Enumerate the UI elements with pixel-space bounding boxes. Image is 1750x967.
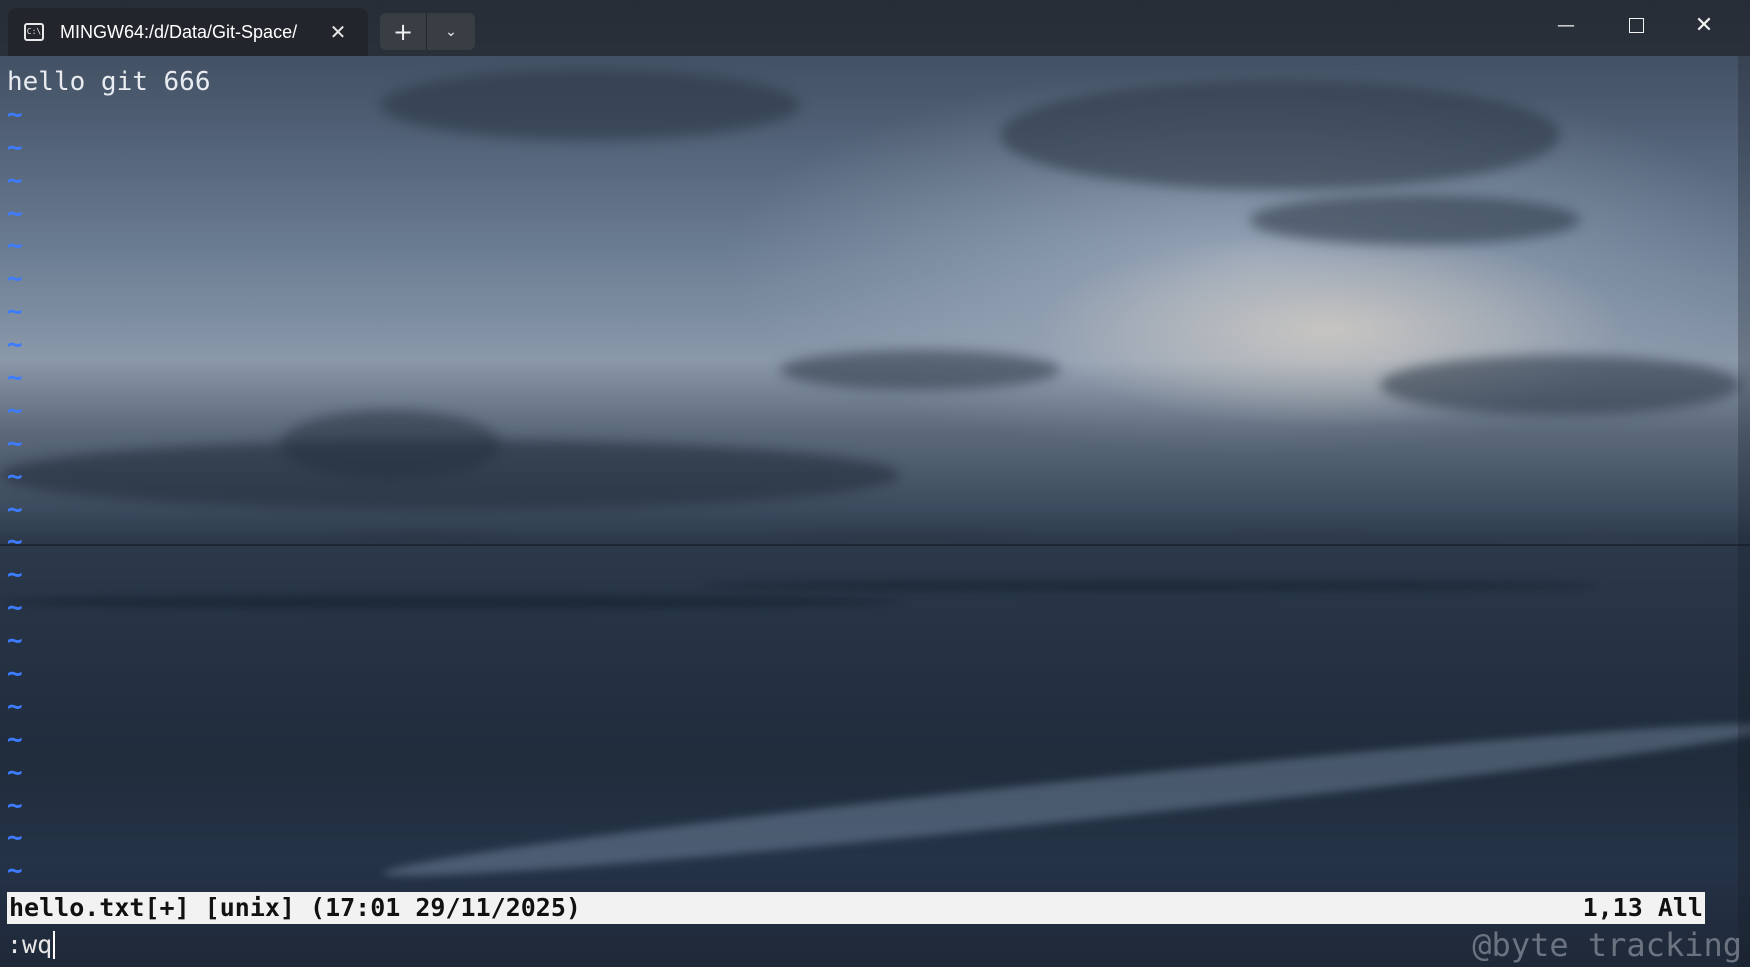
close-window-button[interactable]: ✕ [1674, 6, 1734, 46]
maximize-button[interactable] [1606, 6, 1666, 46]
tilde-line: ~ [7, 527, 23, 558]
minimize-button[interactable]: — [1536, 6, 1596, 46]
close-tab-icon[interactable]: ✕ [326, 20, 350, 44]
tilde-line: ~ [7, 132, 23, 163]
title-bar: C:\ MINGW64:/d/Data/Git-Space/ ✕ + ⌄ — ✕ [0, 0, 1750, 56]
tilde-line: ~ [7, 264, 23, 295]
tilde-line: ~ [7, 724, 23, 755]
tilde-line: ~ [7, 428, 23, 459]
tilde-line: ~ [7, 823, 23, 854]
tilde-line: ~ [7, 297, 23, 328]
tilde-line: ~ [7, 659, 23, 690]
text-cursor [53, 931, 56, 959]
command-text: :wq [7, 930, 53, 959]
chevron-down-icon[interactable]: ⌄ [427, 13, 475, 50]
tilde-line: ~ [7, 593, 23, 624]
tilde-line: ~ [7, 757, 23, 788]
buffer-line: hello git 666 [7, 67, 211, 97]
tilde-line: ~ [7, 395, 23, 426]
window-edge [1738, 56, 1750, 967]
tilde-line: ~ [7, 560, 23, 591]
tilde-line: ~ [7, 494, 23, 525]
vim-command-line[interactable]: :wq [7, 928, 56, 962]
watermark: @byte tracking [1472, 926, 1742, 964]
tilde-line: ~ [7, 330, 23, 361]
new-tab-button[interactable]: + [380, 13, 427, 50]
new-tab-group: + ⌄ [380, 13, 475, 50]
tilde-line: ~ [7, 461, 23, 492]
tab-title: MINGW64:/d/Data/Git-Space/ [60, 21, 298, 42]
empty-lines: ~ ~ ~ ~ ~ ~ ~ ~ ~ ~ ~ ~ ~ ~ ~ ~ ~ ~ ~ ~ ~ ~ ~ ~ [7, 99, 1727, 888]
tilde-line: ~ [7, 691, 23, 722]
status-file-info: hello.txt[+] [unix] (17:01 29/11/2025) [9, 893, 581, 922]
tilde-line: ~ [7, 99, 23, 130]
tilde-line: ~ [7, 165, 23, 196]
tilde-line: ~ [7, 198, 23, 229]
maximize-icon [1628, 17, 1644, 33]
vim-statusline: hello.txt[+] [unix] (17:01 29/11/2025) 1… [7, 892, 1705, 924]
tilde-line: ~ [7, 856, 23, 887]
terminal-tab[interactable]: C:\ MINGW64:/d/Data/Git-Space/ ✕ [8, 8, 368, 56]
vim-buffer[interactable]: hello git 666 ~ ~ ~ ~ ~ ~ ~ ~ ~ ~ ~ ~ ~ ~ ~ ~ ~ ~ ~ ~ ~ ~ ~ ~ [7, 66, 1727, 888]
terminal-icon: C:\ [24, 23, 44, 41]
status-cursor-position: 1,13 All [1582, 893, 1703, 922]
tilde-line: ~ [7, 626, 23, 657]
tilde-line: ~ [7, 790, 23, 821]
tilde-line: ~ [7, 363, 23, 394]
tilde-line: ~ [7, 231, 23, 262]
